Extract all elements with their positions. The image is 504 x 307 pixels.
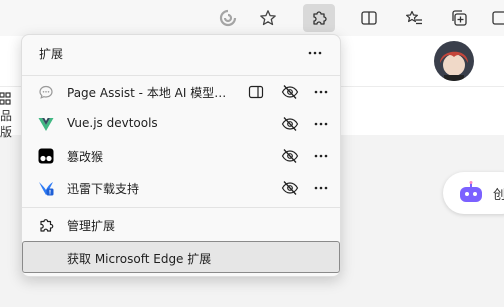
extension-row-page-assist[interactable]: Page Assist - 本地 AI 模型的... bbox=[22, 76, 340, 108]
extension-row-tampermonkey[interactable]: 篡改猴 bbox=[22, 140, 340, 172]
get-edge-extensions-link[interactable]: 获取 Microsoft Edge 扩展 bbox=[22, 241, 340, 273]
extension-more-options-button[interactable] bbox=[309, 177, 333, 199]
extensions-panel-title: 扩展 bbox=[39, 47, 64, 61]
collections-icon[interactable] bbox=[443, 4, 475, 32]
favorites-list-icon[interactable] bbox=[398, 4, 430, 32]
extension-more-options-button[interactable] bbox=[309, 113, 333, 135]
tampermonkey-icon bbox=[38, 148, 54, 164]
footer-divider bbox=[22, 207, 340, 208]
manage-extensions-item[interactable]: 管理扩展 bbox=[22, 209, 340, 241]
extension-name: Vue.js devtools bbox=[67, 116, 158, 130]
extension-row-thunder[interactable]: 迅雷下载支持 bbox=[22, 172, 340, 204]
page-left-peek-label: 品 版 bbox=[0, 109, 13, 139]
avatar[interactable] bbox=[434, 41, 474, 81]
extension-name: 篡改猴 bbox=[67, 150, 104, 164]
read-aloud-icon[interactable] bbox=[212, 4, 244, 32]
thunder-icon bbox=[38, 180, 54, 196]
split-screen-icon[interactable] bbox=[353, 4, 385, 32]
manage-extensions-label: 管理扩展 bbox=[67, 219, 116, 233]
copilot-peek-text: 创 bbox=[493, 188, 504, 203]
extension-more-options-button[interactable] bbox=[309, 145, 333, 167]
panel-more-options-button[interactable] bbox=[303, 42, 327, 64]
vue-logo-icon bbox=[38, 116, 54, 132]
grid-icon bbox=[0, 92, 11, 105]
browser-toolbar bbox=[0, 0, 504, 36]
extension-row-vue-devtools[interactable]: Vue.js devtools bbox=[22, 108, 340, 140]
extensions-panel-header: 扩展 bbox=[22, 35, 340, 71]
eye-hidden-icon[interactable] bbox=[281, 84, 299, 100]
copilot-button[interactable]: 创 bbox=[443, 172, 504, 214]
extension-more-options-button[interactable] bbox=[309, 81, 333, 103]
get-edge-extensions-label: 获取 Microsoft Edge 扩展 bbox=[67, 252, 212, 266]
page-left-peek-text: 品 版 bbox=[0, 92, 20, 140]
puzzle-icon bbox=[38, 217, 54, 233]
page-assist-icon bbox=[38, 84, 54, 100]
extensions-puzzle-icon[interactable] bbox=[303, 4, 335, 32]
copilot-robot-icon bbox=[460, 181, 482, 202]
eye-hidden-icon[interactable] bbox=[281, 116, 299, 132]
favorite-star-icon[interactable] bbox=[252, 4, 284, 32]
extension-name: Page Assist - 本地 AI 模型的... bbox=[67, 86, 227, 100]
extensions-panel: 扩展 Page Assist - 本地 AI 模型的... Vue.js dev… bbox=[21, 34, 341, 277]
profile-sidebar-icon[interactable] bbox=[484, 4, 504, 32]
eye-hidden-icon[interactable] bbox=[281, 180, 299, 196]
extension-name: 迅雷下载支持 bbox=[67, 182, 140, 196]
eye-hidden-icon[interactable] bbox=[281, 148, 299, 164]
open-in-sidebar-icon[interactable] bbox=[248, 84, 264, 100]
